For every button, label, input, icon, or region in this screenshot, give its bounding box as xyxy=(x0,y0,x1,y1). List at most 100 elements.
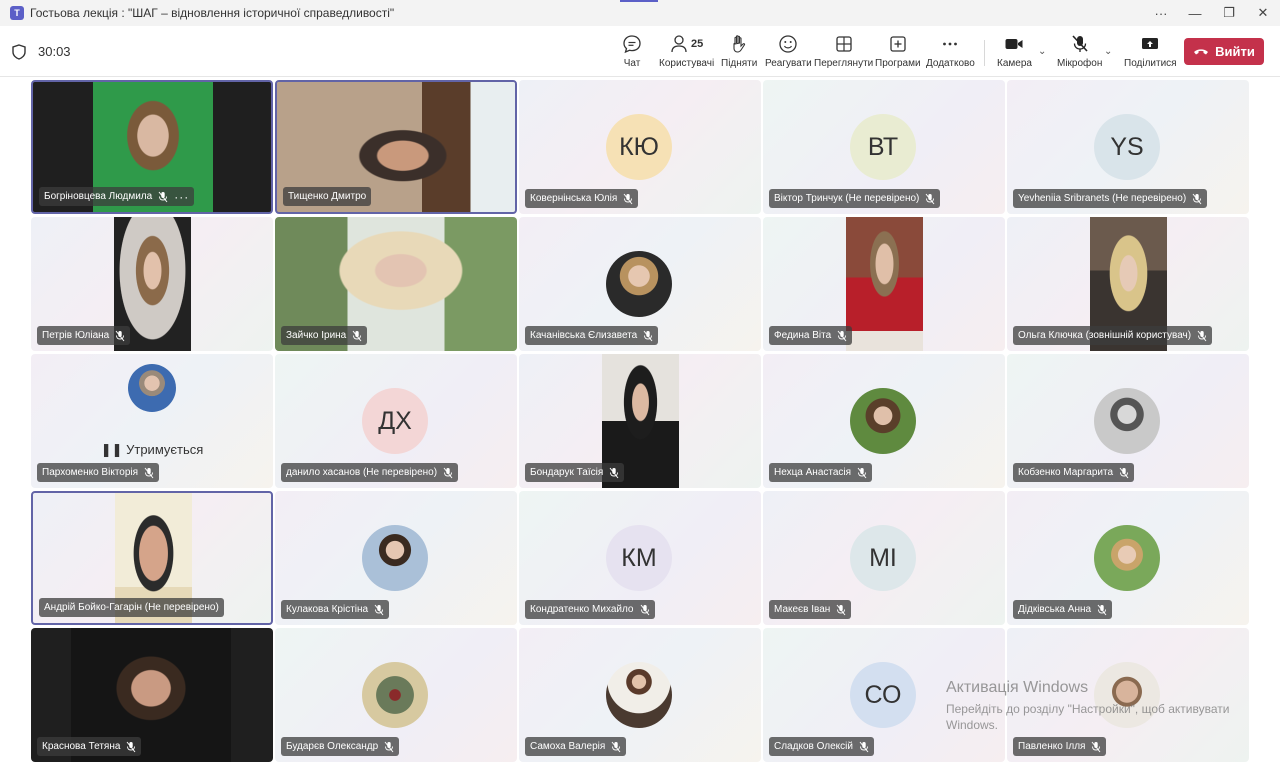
participant-tile[interactable]: КЮ Ковернінська Юлія xyxy=(519,80,761,214)
window-more-button[interactable]: ··· xyxy=(1144,0,1178,26)
participant-tile[interactable]: Федина Віта xyxy=(763,217,1005,351)
close-window-button[interactable]: ✕ xyxy=(1246,0,1280,26)
participant-name-tag: данило хасанов (Не перевірено) xyxy=(281,463,459,482)
participant-tile[interactable]: СО Сладков Олексій xyxy=(763,628,1005,762)
participant-name-tag: Андрій Бойко-Гагарін (Не перевірено) xyxy=(39,598,224,617)
microphone-off-icon xyxy=(443,467,453,478)
participant-initials-avatar: КМ xyxy=(606,525,672,591)
minimize-button[interactable]: — xyxy=(1178,0,1212,26)
react-button[interactable]: Реагувати xyxy=(765,34,812,72)
participant-tile[interactable]: Бударєв Олександр xyxy=(275,628,517,762)
microphone-label: Мікрофон xyxy=(1057,58,1103,69)
participant-tile[interactable]: ДХ данило хасанов (Не перевірено) xyxy=(275,354,517,488)
participants-count: 25 xyxy=(690,38,704,50)
participant-name-tag: Самоха Валерія xyxy=(525,737,627,756)
title-accent xyxy=(620,0,658,2)
participant-tile[interactable]: Зайчко Ірина xyxy=(275,217,517,351)
participant-tile[interactable]: Ольга Ключка (зовнішній користувач) xyxy=(1007,217,1249,351)
participant-tile[interactable]: КМ Кондратенко Михайло xyxy=(519,491,761,625)
participant-photo-avatar xyxy=(362,525,428,591)
participant-tile[interactable]: Андрій Бойко-Гагарін (Не перевірено) xyxy=(31,491,273,625)
participant-tile[interactable]: Дідківська Анна xyxy=(1007,491,1249,625)
participant-name: Ольга Ключка (зовнішній користувач) xyxy=(1018,330,1192,341)
participant-tile[interactable]: Петрів Юліана xyxy=(31,217,273,351)
participant-tile[interactable]: Кулакова Крістіна xyxy=(275,491,517,625)
microphone-off-icon xyxy=(1097,604,1107,615)
more-dots-icon xyxy=(943,42,958,46)
participant-name-tag: Зайчко Ірина xyxy=(281,326,368,345)
participant-tile[interactable]: Нехца Анастасія xyxy=(763,354,1005,488)
microphone-off-icon xyxy=(1192,193,1202,204)
teams-logo-icon: T xyxy=(10,6,24,20)
microphone-off-icon xyxy=(352,330,362,341)
participant-name: Макеєв Іван xyxy=(774,604,831,615)
microphone-options-chevron-icon[interactable]: ⌄ xyxy=(1104,46,1112,57)
apps-button[interactable]: Програми xyxy=(875,34,921,72)
participant-name-tag: Пархоменко Вікторія xyxy=(37,463,160,482)
microphone-off-icon xyxy=(640,604,649,615)
participant-tile[interactable]: Кобзенко Маргарита xyxy=(1007,354,1249,488)
participant-initials-avatar: СО xyxy=(850,662,916,728)
participant-name: Бондарук Таїсія xyxy=(530,467,604,478)
participant-name-tag: Качанівська Єлизавета xyxy=(525,326,659,345)
participant-photo-avatar xyxy=(362,662,428,728)
participant-name-tag: Кулакова Крістіна xyxy=(281,600,390,619)
participant-grid: Богріновцева Людмила ··· Тищенко Дмитро … xyxy=(0,77,1280,762)
participant-name: Бударєв Олександр xyxy=(286,741,379,752)
participant-tile[interactable]: Самоха Валерія xyxy=(519,628,761,762)
camera-options-chevron-icon[interactable]: ⌄ xyxy=(1038,46,1046,57)
participant-name: Нехца Анастасія xyxy=(774,467,852,478)
share-button[interactable]: Поділитися xyxy=(1124,34,1177,72)
participant-name: Кулакова Крістіна xyxy=(286,604,369,615)
view-button[interactable]: Переглянути xyxy=(814,34,873,72)
participant-tile[interactable]: Качанівська Єлизавета xyxy=(519,217,761,351)
participant-tile[interactable]: ВТ Віктор Тринчук (Не перевірено) xyxy=(763,80,1005,214)
participant-name: Дідківська Анна xyxy=(1018,604,1092,615)
camera-icon xyxy=(1005,39,1023,49)
participant-photo-avatar xyxy=(1094,388,1160,454)
participant-tile[interactable]: МІ Макеєв Іван xyxy=(763,491,1005,625)
raise-hand-label: Підняти xyxy=(721,58,758,69)
participant-tile[interactable]: ❚❚ Утримується Пархоменко Вікторія xyxy=(31,354,273,488)
people-label: Користувачі xyxy=(659,58,715,69)
chat-button[interactable]: Чат xyxy=(622,34,642,72)
leave-label: Вийти xyxy=(1215,44,1255,59)
more-button[interactable]: Додатково xyxy=(926,34,975,72)
participant-tile[interactable]: Краснова Тетяна xyxy=(31,628,273,762)
participant-name: Самоха Валерія xyxy=(530,741,606,752)
microphone-off-icon xyxy=(643,330,653,341)
microphone-off-icon xyxy=(1197,330,1207,341)
participant-tile[interactable]: Богріновцева Людмила ··· xyxy=(31,80,273,214)
restore-button[interactable]: ❐ xyxy=(1212,0,1246,26)
raise-hand-icon xyxy=(733,35,746,53)
participant-photo-avatar xyxy=(606,662,672,728)
microphone-button[interactable]: Мікрофон xyxy=(1057,34,1102,72)
share-label: Поділитися xyxy=(1124,58,1177,69)
participant-more-icon[interactable]: ··· xyxy=(174,190,189,204)
camera-button[interactable]: Камера xyxy=(997,34,1032,72)
on-hold-label: Утримується xyxy=(126,442,204,457)
participant-name-tag: Ковернінська Юлія xyxy=(525,189,639,208)
participant-name: Павленко Ілля xyxy=(1018,741,1086,752)
emoji-smile-icon xyxy=(779,35,798,53)
participant-tile[interactable]: Тищенко Дмитро xyxy=(275,80,517,214)
participant-tile[interactable]: YS Yevheniia Sribranets (Не перевірено) xyxy=(1007,80,1249,214)
meeting-toolbar: 30:03 Чат 25 Користувачі Підняти Реагува… xyxy=(0,26,1280,77)
participant-tile[interactable]: Бондарук Таїсія xyxy=(519,354,761,488)
microphone-off-icon xyxy=(837,330,847,341)
participant-photo-avatar xyxy=(128,364,176,412)
microphone-off-icon xyxy=(144,467,154,478)
participant-name: данило хасанов (Не перевірено) xyxy=(286,467,438,478)
raise-hand-button[interactable]: Підняти xyxy=(721,34,757,72)
people-button[interactable]: 25 Користувачі xyxy=(659,34,714,72)
participant-tile[interactable]: Павленко Ілля xyxy=(1007,628,1249,762)
microphone-off-icon xyxy=(623,193,633,204)
participant-name-tag: Кобзенко Маргарита xyxy=(1013,463,1135,482)
microphone-off-icon xyxy=(1092,741,1101,752)
participant-name: Ковернінська Юлія xyxy=(530,193,618,204)
leave-button[interactable]: Вийти xyxy=(1184,38,1264,65)
hang-up-icon xyxy=(1194,48,1209,54)
microphone-off-icon xyxy=(127,741,136,752)
microphone-off-icon xyxy=(857,467,867,478)
chat-icon xyxy=(623,35,641,54)
